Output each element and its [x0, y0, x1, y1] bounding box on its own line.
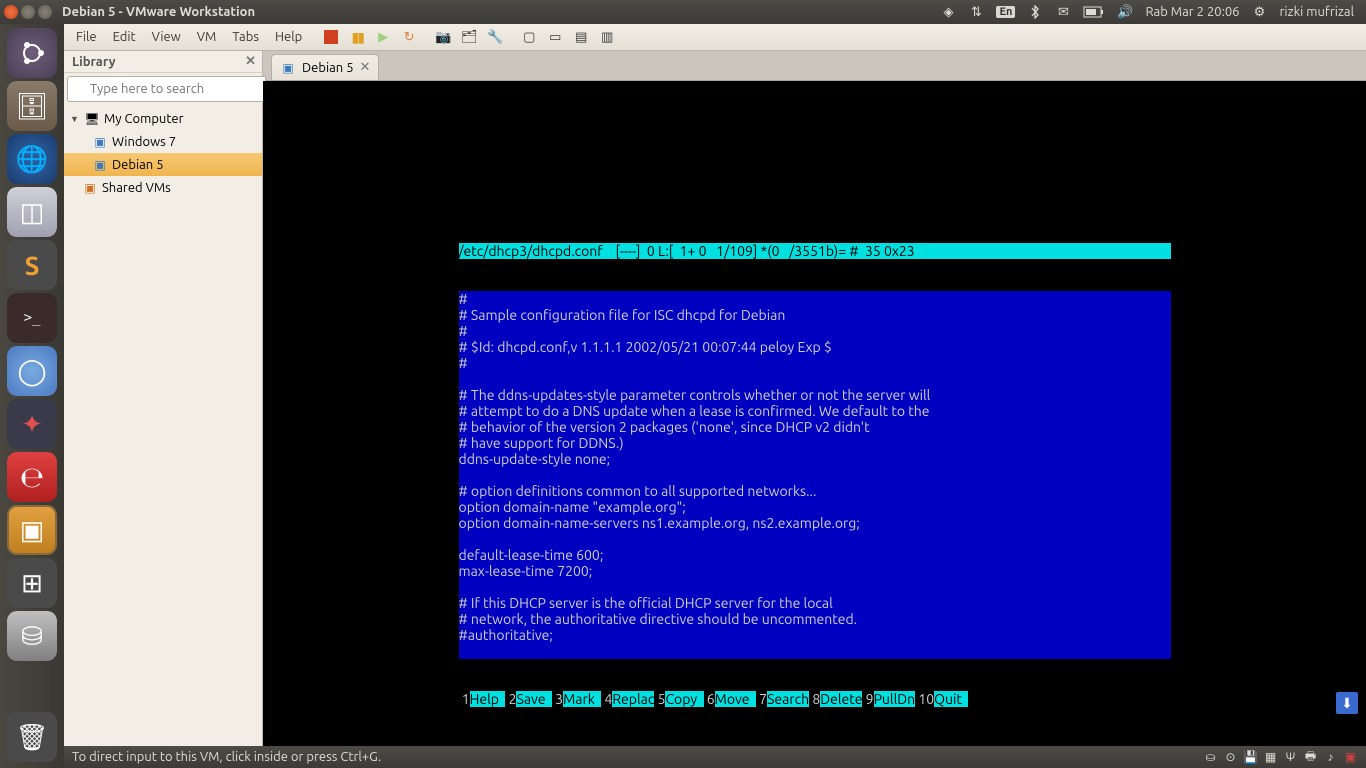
launcher-chromium[interactable]: ◯	[7, 346, 57, 396]
library-title: Library	[72, 55, 115, 69]
menu-view[interactable]: View	[144, 27, 189, 47]
launcher-disk[interactable]: ⛁	[7, 611, 57, 661]
tb-play[interactable]: ▶	[371, 26, 395, 48]
dropbox-icon[interactable]: ◈	[940, 4, 956, 20]
vm-indicator-icon[interactable]: ⬇	[1336, 692, 1358, 714]
shared-icon: ▣	[82, 181, 98, 195]
tb-console[interactable]: ▤	[569, 26, 593, 48]
window-minimize-button[interactable]	[21, 5, 35, 19]
editor-status-line: /etc/dhcp3/dhcpd.conf [----] 0 L:[ 1+ 0 …	[459, 243, 1171, 259]
unity-launcher: 🗄 🌐 ◫ S >_ ◯ ✦ ℮ ▣ ⊞ ⛁ 🗑	[0, 24, 64, 768]
tree-label: My Computer	[104, 112, 184, 126]
tab-bar: ▣ Debian 5 ✕	[263, 51, 1366, 81]
tb-fullscreen[interactable]: ▢	[517, 26, 541, 48]
unity-top-bar: Debian 5 - VMware Workstation ◈ ⇅ En ✉ 🔊…	[0, 0, 1366, 24]
menu-edit[interactable]: Edit	[105, 27, 144, 47]
tb-suspend[interactable]: ▮▮	[345, 26, 369, 48]
tab-close-icon[interactable]: ✕	[360, 60, 371, 75]
window-title: Debian 5 - VMware Workstation	[62, 5, 940, 19]
tb-snapshot-mgr[interactable]: 🗂	[457, 26, 481, 48]
launcher-files[interactable]: 🗄	[7, 81, 57, 131]
menu-tabs[interactable]: Tabs	[224, 27, 267, 47]
tb-restart[interactable]: ↻	[397, 26, 421, 48]
editor-fkeys: 1Help 2Save 3Mark 4Replac 5Copy 6Move 7S…	[459, 691, 1171, 707]
window-maximize-button[interactable]	[38, 5, 52, 19]
tb-unity[interactable]: ▭	[543, 26, 567, 48]
status-text: To direct input to this VM, click inside…	[72, 750, 381, 764]
launcher-workspace[interactable]: ⊞	[7, 558, 57, 608]
device-floppy-icon[interactable]: 💾	[1243, 750, 1258, 765]
tb-revert[interactable]: 🔧	[483, 26, 507, 48]
tb-snapshot[interactable]: 📷	[431, 26, 455, 48]
device-cd-icon[interactable]: ⊙	[1223, 750, 1238, 765]
device-net-icon[interactable]: ▦	[1263, 750, 1278, 765]
vm-icon: ▣	[280, 61, 296, 75]
gear-icon[interactable]: ⚙	[1252, 4, 1268, 20]
tb-power-off[interactable]	[319, 26, 343, 48]
volume-icon[interactable]: 🔊	[1117, 4, 1133, 20]
clock[interactable]: Rab Mar 2 20:06	[1145, 5, 1239, 19]
status-devices: ⛀ ⊙ 💾 ▦ Ψ 🖶 ♪ ▣	[1203, 750, 1358, 765]
library-tree: ▼ 🖥 My Computer ▣ Windows 7 ▣ Debian 5 ▣…	[64, 105, 262, 768]
launcher-dash[interactable]	[7, 28, 57, 78]
system-tray: ◈ ⇅ En ✉ 🔊 Rab Mar 2 20:06 ⚙ rizki mufri…	[940, 4, 1354, 20]
launcher-sublime[interactable]: S	[7, 240, 57, 290]
library-close-icon[interactable]: ✕	[245, 54, 256, 69]
tb-window[interactable]: ▥	[595, 26, 619, 48]
vm-icon: ▣	[92, 158, 108, 172]
launcher-app2[interactable]: ℮	[7, 452, 57, 502]
device-msg-icon[interactable]: ▣	[1343, 750, 1358, 765]
menu-vm[interactable]: VM	[189, 27, 225, 47]
user-menu[interactable]: rizki mufrizal	[1280, 5, 1355, 19]
tree-item-windows7[interactable]: ▣ Windows 7	[64, 130, 262, 153]
device-hdd-icon[interactable]: ⛀	[1203, 750, 1218, 765]
launcher-vmware[interactable]: ▣	[7, 505, 57, 555]
window-controls	[4, 5, 52, 19]
battery-icon[interactable]	[1083, 4, 1105, 20]
vm-console[interactable]: /etc/dhcp3/dhcpd.conf [----] 0 L:[ 1+ 0 …	[263, 81, 1366, 768]
tab-debian5[interactable]: ▣ Debian 5 ✕	[271, 54, 379, 80]
library-search: 🔍 ▼	[67, 76, 259, 102]
device-printer-icon[interactable]: 🖶	[1303, 750, 1318, 765]
vm-area: ▣ Debian 5 ✕ /etc/dhcp3/dhcpd.conf [----…	[263, 51, 1366, 768]
launcher-trash[interactable]: 🗑	[7, 712, 57, 762]
device-sound-icon[interactable]: ♪	[1323, 750, 1338, 765]
launcher-terminal[interactable]: >_	[7, 293, 57, 343]
library-header: Library ✕	[64, 51, 262, 73]
chevron-down-icon: ▼	[70, 114, 80, 124]
mail-icon[interactable]: ✉	[1055, 4, 1071, 20]
device-usb-icon[interactable]: Ψ	[1283, 750, 1298, 765]
computer-icon: 🖥	[84, 112, 100, 126]
editor-body: # # Sample configuration file for ISC dh…	[459, 291, 1171, 659]
window-close-button[interactable]	[4, 5, 18, 19]
workspace: Library ✕ 🔍 ▼ ▼ 🖥 My Computer ▣ Window	[64, 51, 1366, 768]
network-icon[interactable]: ⇅	[968, 4, 984, 20]
status-bar: To direct input to this VM, click inside…	[64, 746, 1366, 768]
tree-label: Shared VMs	[102, 181, 171, 195]
terminal-editor: /etc/dhcp3/dhcpd.conf [----] 0 L:[ 1+ 0 …	[459, 211, 1171, 739]
menu-file[interactable]: File	[68, 27, 105, 47]
library-sidebar: Library ✕ 🔍 ▼ ▼ 🖥 My Computer ▣ Window	[64, 51, 263, 768]
bluetooth-icon[interactable]	[1027, 4, 1043, 20]
tree-shared-vms[interactable]: ▣ Shared VMs	[64, 176, 262, 199]
language-indicator[interactable]: En	[996, 6, 1015, 18]
tree-my-computer[interactable]: ▼ 🖥 My Computer	[64, 107, 262, 130]
tree-label: Debian 5	[112, 158, 164, 172]
tree-label: Windows 7	[112, 135, 176, 149]
launcher-firefox[interactable]: 🌐	[7, 134, 57, 184]
search-input[interactable]	[67, 76, 266, 102]
tab-label: Debian 5	[302, 61, 354, 75]
menu-bar: File Edit View VM Tabs Help ▮▮ ▶ ↻ 📷 🗂 🔧…	[64, 24, 1366, 51]
tree-item-debian5[interactable]: ▣ Debian 5	[64, 153, 262, 176]
launcher-virtualbox[interactable]: ◫	[7, 187, 57, 237]
launcher-app1[interactable]: ✦	[7, 399, 57, 449]
vmware-app: File Edit View VM Tabs Help ▮▮ ▶ ↻ 📷 🗂 🔧…	[64, 24, 1366, 768]
menu-help[interactable]: Help	[267, 27, 310, 47]
vm-icon: ▣	[92, 135, 108, 149]
